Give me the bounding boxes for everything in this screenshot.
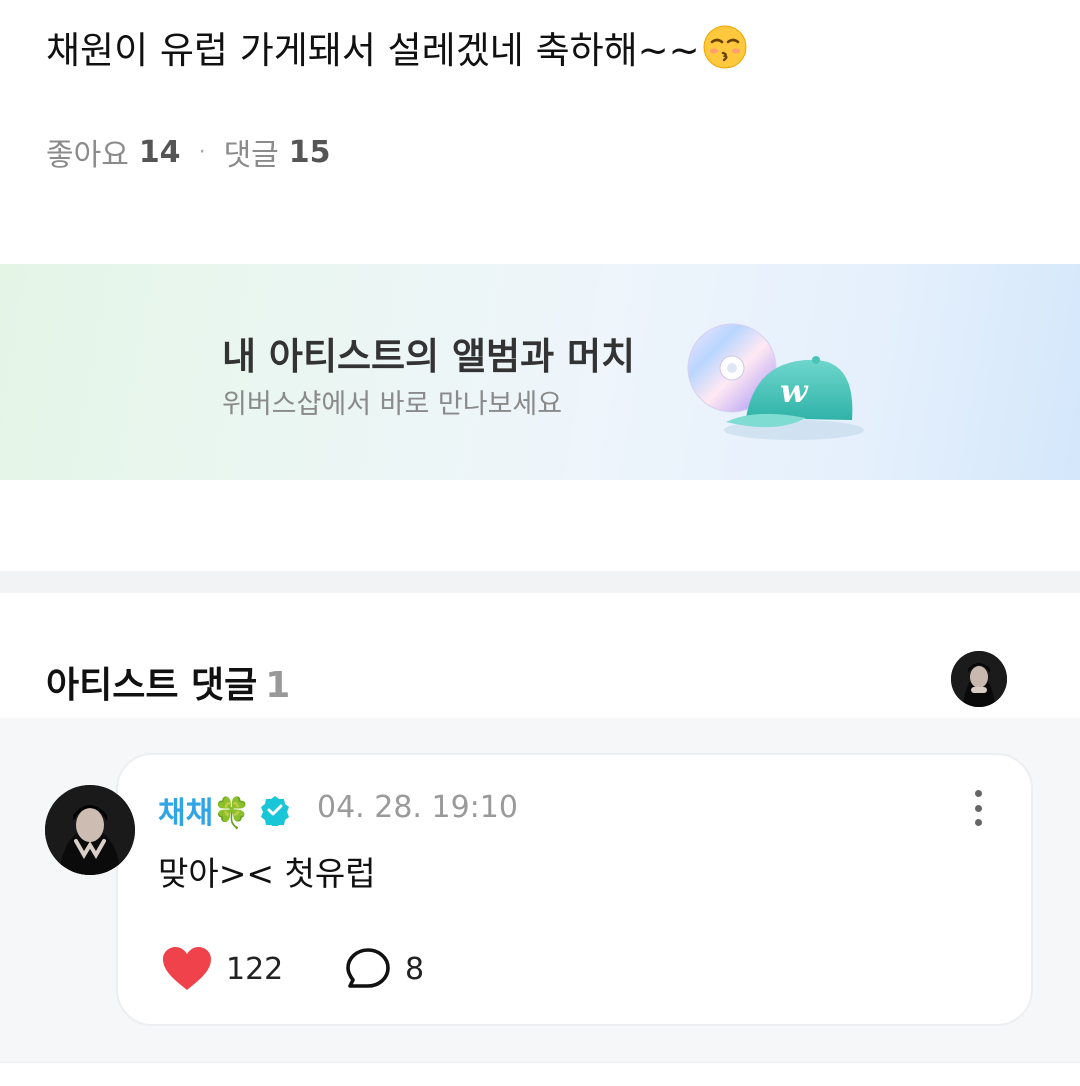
reply-count: 8 bbox=[405, 951, 425, 987]
author-photo-icon bbox=[45, 785, 135, 875]
likes-count[interactable]: 14 bbox=[139, 135, 181, 170]
kissing-face-emoji-icon bbox=[703, 25, 747, 69]
comment-author-avatar[interactable] bbox=[45, 785, 135, 875]
post-stats: 좋아요 14 · 댓글 15 bbox=[46, 130, 331, 174]
stats-separator: · bbox=[198, 139, 206, 165]
bottom-separator bbox=[0, 1062, 1080, 1086]
more-options-icon[interactable] bbox=[962, 786, 994, 830]
like-count: 122 bbox=[226, 951, 284, 987]
banner-title: 내 아티스트의 앨범과 머치 bbox=[222, 335, 636, 378]
verified-badge-icon bbox=[260, 796, 289, 826]
speech-bubble-icon bbox=[346, 948, 390, 988]
artist-avatar-small[interactable] bbox=[951, 651, 1007, 707]
section-divider bbox=[0, 571, 1080, 593]
post-text-content: 채원이 유럽 가게돼서 설레겠네 축하해~~ bbox=[46, 29, 700, 72]
comment-like-button[interactable]: 122 bbox=[162, 944, 283, 994]
artist-photo-icon bbox=[951, 651, 1007, 707]
cap-letter: w bbox=[780, 372, 809, 410]
author-name[interactable]: 채채🍀 bbox=[158, 788, 251, 832]
banner-subtitle: 위버스샵에서 바로 만나보세요 bbox=[222, 389, 563, 420]
artist-comments-header: 아티스트 댓글 1 bbox=[46, 656, 290, 708]
post-text: 채원이 유럽 가게돼서 설레겠네 축하해~~ bbox=[46, 20, 748, 74]
comment-reply-button[interactable]: 8 bbox=[345, 944, 424, 994]
artist-comments-title: 아티스트 댓글 bbox=[46, 665, 258, 706]
comments-label: 댓글 bbox=[223, 138, 279, 173]
post-detail-page: 채원이 유럽 가게돼서 설레겠네 축하해~~ 좋아요 14 · 댓글 15 내 … bbox=[0, 0, 1080, 1086]
shop-promo-banner[interactable]: 내 아티스트의 앨범과 머치 위버스샵에서 바로 만나보세요 w bbox=[0, 264, 1080, 480]
comment-timestamp: 04. 28. 19:10 bbox=[317, 790, 518, 825]
comment-body: 맞아>< 첫유럽 bbox=[158, 854, 376, 893]
artist-comments-count: 1 bbox=[265, 665, 291, 706]
heart-icon bbox=[163, 947, 211, 990]
comments-count[interactable]: 15 bbox=[289, 135, 331, 170]
banner-illustration: w bbox=[687, 323, 864, 440]
likes-label: 좋아요 bbox=[46, 138, 129, 173]
comment-author[interactable]: 채채🍀 bbox=[158, 788, 291, 832]
